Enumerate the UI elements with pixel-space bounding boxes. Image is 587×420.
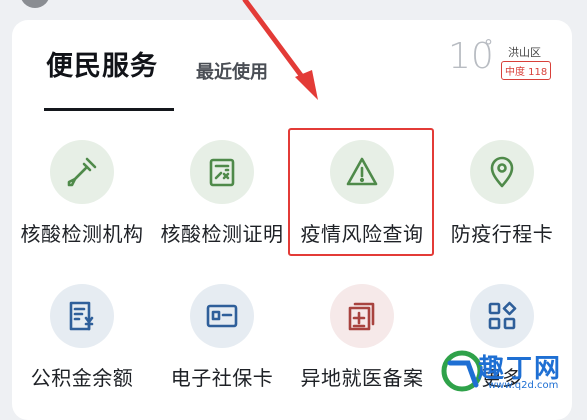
watermark-url: www.q2d.com (488, 380, 559, 391)
annotation-arrow-icon (242, 0, 318, 100)
